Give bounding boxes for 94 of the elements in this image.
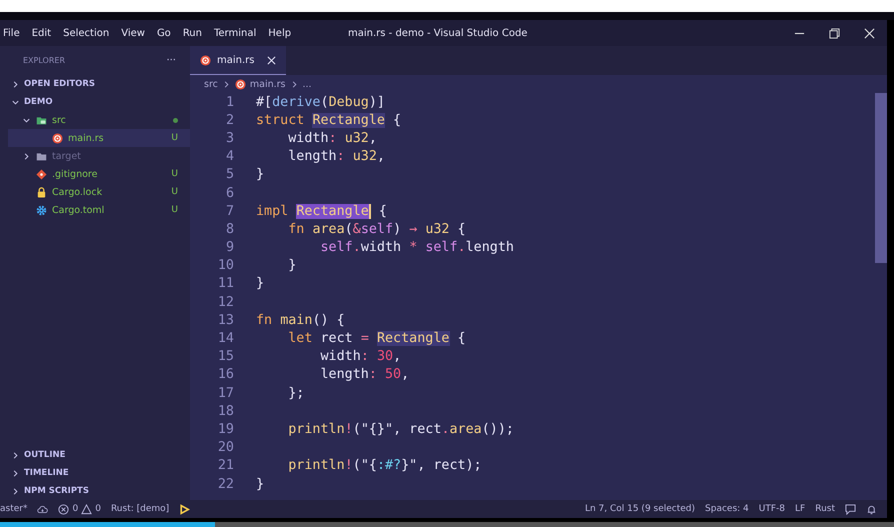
section-header[interactable]: NPM SCRIPTS xyxy=(8,482,190,500)
code-line: length: 50, xyxy=(319,367,410,382)
padlock-icon xyxy=(36,186,47,198)
line-number: 10 xyxy=(216,258,234,274)
code-line: width: u32, xyxy=(287,130,377,146)
line-number: 8 xyxy=(224,222,234,237)
line-number: 6 xyxy=(224,186,234,201)
line-number: 11 xyxy=(216,276,234,292)
code-line: #[derive(Debug)] xyxy=(256,94,385,110)
code-line: let rect = Rectangle { xyxy=(287,331,466,346)
more-actions-button[interactable]: ··· xyxy=(166,55,176,66)
code-line: }; xyxy=(287,386,304,401)
cloud-icon xyxy=(37,504,48,514)
tree-item[interactable]: Cargo.toml U xyxy=(8,201,190,219)
line-number: 20 xyxy=(216,440,234,456)
code-line: length: u32, xyxy=(287,149,385,164)
restore-icon[interactable] xyxy=(829,28,840,38)
menu-item[interactable]: Edit xyxy=(32,28,52,38)
tree-item[interactable]: src xyxy=(8,111,190,129)
line-number: 1 xyxy=(224,94,234,110)
line-number: 3 xyxy=(224,130,234,146)
line-number: 13 xyxy=(216,312,234,328)
folder-icon xyxy=(36,150,47,162)
close-icon[interactable] xyxy=(864,28,875,38)
encoding-indicator[interactable]: UTF-8 xyxy=(758,504,786,514)
code-line: println!("{}", rect.area()); xyxy=(287,422,514,437)
feedback-icon xyxy=(845,504,856,514)
code-line: impl Rectangle { xyxy=(256,204,387,219)
folder-icon xyxy=(36,114,47,126)
section-header[interactable]: DEMO xyxy=(8,93,190,111)
line-number: 16 xyxy=(216,367,234,382)
editor-tab[interactable]: main.rs xyxy=(190,46,286,75)
tree-item[interactable]: main.rs U xyxy=(8,129,190,147)
scrollbar[interactable] xyxy=(875,93,887,263)
git-status-label: U xyxy=(171,187,178,197)
explorer-title: EXPLORER xyxy=(23,56,65,65)
line-number: 19 xyxy=(216,422,234,437)
warning-icon xyxy=(81,504,92,514)
menu-item[interactable]: File xyxy=(3,28,20,38)
breadcrumb-item[interactable]: ... xyxy=(302,78,312,90)
tree-item[interactable]: Cargo.lock U xyxy=(8,183,190,201)
language-indicator[interactable]: Rust xyxy=(815,504,835,514)
menu-item[interactable]: View xyxy=(121,28,145,38)
error-icon xyxy=(58,504,70,514)
line-number: 18 xyxy=(216,404,234,419)
breadcrumb-item[interactable]: src xyxy=(204,78,218,90)
rust-status[interactable]: Rust: [demo] xyxy=(110,504,170,514)
code-line: fn area(&self) → u32 { xyxy=(287,222,466,237)
code-line: struct Rectangle { xyxy=(256,112,402,128)
line-number: 2 xyxy=(224,112,234,128)
close-icon[interactable] xyxy=(266,56,276,64)
indentation-indicator[interactable]: Spaces: 4 xyxy=(705,504,749,514)
line-number: 4 xyxy=(224,149,234,164)
code-line: width: 30, xyxy=(319,349,402,364)
menu-item[interactable]: Selection xyxy=(63,28,110,38)
menu-item[interactable]: Terminal xyxy=(214,28,256,38)
code-line: } xyxy=(287,258,296,274)
git-status-label: U xyxy=(171,205,178,215)
code-line: self.width * self.length xyxy=(319,240,514,256)
bell-icon xyxy=(866,504,877,514)
line-number: 5 xyxy=(224,167,234,182)
menu-item[interactable]: Run xyxy=(182,28,202,38)
code-line: } xyxy=(256,167,264,182)
section-header[interactable]: OUTLINE xyxy=(8,446,190,464)
code-line: } xyxy=(256,276,264,292)
line-number: 12 xyxy=(216,294,234,310)
diamond-icon xyxy=(36,168,47,180)
git-status-label: U xyxy=(171,169,178,179)
section-header[interactable]: OPEN EDITORS xyxy=(8,75,190,93)
play-icon xyxy=(179,504,190,514)
video-progress-track[interactable] xyxy=(0,522,894,527)
code-line: } xyxy=(256,476,264,492)
git-status-label: U xyxy=(171,133,178,143)
section-header[interactable]: TIMELINE xyxy=(8,464,190,482)
window-title: main.rs - demo - Visual Studio Code xyxy=(348,28,528,38)
line-ending-indicator[interactable]: LF xyxy=(795,504,806,514)
problems-indicator[interactable]: 0 0 xyxy=(58,504,101,514)
line-number: 7 xyxy=(224,204,234,219)
line-number: 21 xyxy=(216,458,234,474)
line-number: 22 xyxy=(216,476,234,492)
breadcrumb-item[interactable]: main.rs xyxy=(250,78,286,90)
menu-item[interactable]: Go xyxy=(156,28,171,38)
code-line: fn main() { xyxy=(256,312,345,328)
git-branch[interactable]: aster* xyxy=(0,504,28,514)
chevron-right-icon xyxy=(11,80,20,88)
code-line: println!("{:#?}", rect); xyxy=(287,458,482,474)
line-number: 17 xyxy=(216,386,234,401)
line-number: 15 xyxy=(216,349,234,364)
line-number: 14 xyxy=(216,331,234,346)
line-number: 9 xyxy=(224,240,234,256)
tree-item[interactable]: .gitignore U xyxy=(8,165,190,183)
menu-item[interactable]: Help xyxy=(268,28,292,38)
position-indicator[interactable]: Ln 7, Col 15 (9 selected) xyxy=(584,504,696,514)
gear-icon xyxy=(36,204,47,216)
